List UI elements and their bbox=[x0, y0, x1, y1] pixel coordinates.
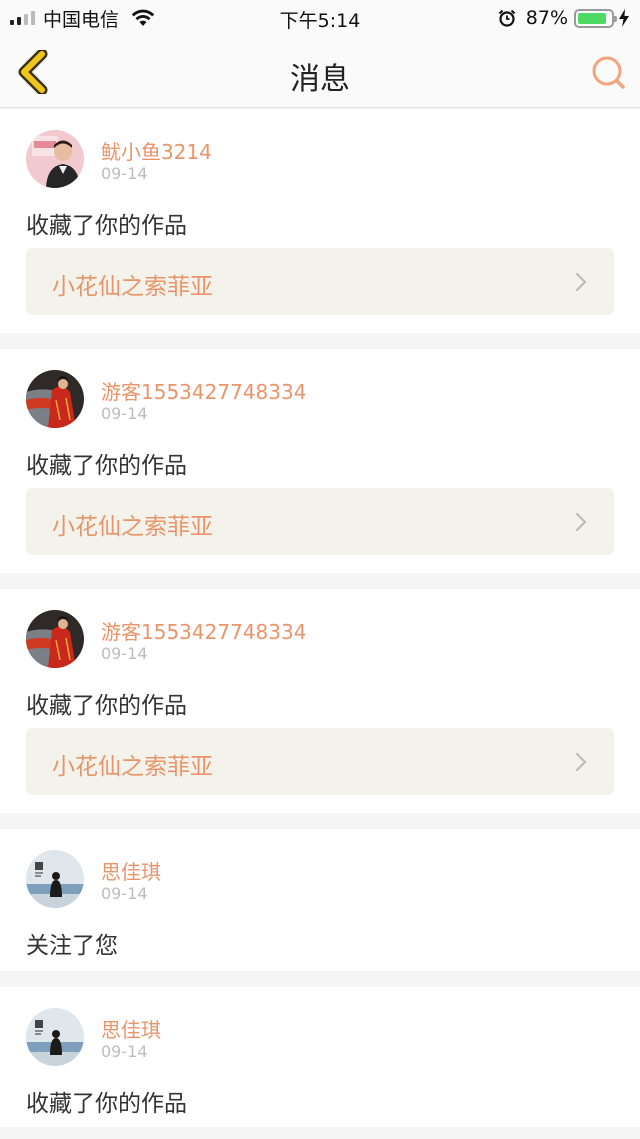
user-avatar[interactable] bbox=[26, 850, 84, 908]
chevron-right-icon bbox=[575, 272, 587, 292]
message-date: 09-14 bbox=[101, 404, 148, 423]
work-link[interactable]: 小花仙之索菲亚 bbox=[26, 488, 614, 555]
user-avatar[interactable] bbox=[26, 130, 84, 188]
message-text: 收藏了你的作品 bbox=[26, 693, 187, 719]
username[interactable]: 思佳琪 bbox=[101, 856, 161, 885]
chevron-right-icon bbox=[575, 512, 587, 532]
username[interactable]: 游客1553427748334 bbox=[101, 616, 306, 645]
message-card: 游客1553427748334 09-14 收藏了你的作品 小花仙之索菲亚 bbox=[0, 589, 640, 813]
chevron-right-icon bbox=[575, 752, 587, 772]
username[interactable]: 游客1553427748334 bbox=[101, 376, 306, 405]
avatar-photo-seaside-girl bbox=[26, 850, 84, 908]
message-date: 09-14 bbox=[101, 1042, 148, 1061]
message-list: 鱿小鱼3214 09-14 收藏了你的作品 小花仙之索菲亚 游客15534277… bbox=[0, 109, 640, 1127]
message-card: 思佳琪 09-14 收藏了你的作品 bbox=[0, 987, 640, 1127]
work-title: 小花仙之索菲亚 bbox=[52, 514, 213, 540]
username[interactable]: 鱿小鱼3214 bbox=[101, 136, 212, 165]
status-bar: 中国电信 下午5:14 87% bbox=[0, 0, 640, 36]
message-date: 09-14 bbox=[101, 644, 148, 663]
back-button[interactable] bbox=[14, 50, 50, 94]
message-text: 收藏了你的作品 bbox=[26, 453, 187, 479]
alarm-clock-icon bbox=[498, 9, 515, 27]
message-date: 09-14 bbox=[101, 884, 148, 903]
message-text: 关注了您 bbox=[26, 933, 118, 959]
user-avatar[interactable] bbox=[26, 370, 84, 428]
avatar-photo-red-costume bbox=[26, 610, 84, 668]
message-date: 09-14 bbox=[101, 164, 148, 183]
battery-icon bbox=[574, 8, 617, 28]
battery-level-fill bbox=[578, 12, 606, 24]
message-text: 收藏了你的作品 bbox=[26, 213, 187, 239]
username[interactable]: 思佳琪 bbox=[101, 1014, 161, 1043]
charging-bolt-icon bbox=[619, 9, 629, 27]
message-card: 游客1553427748334 09-14 收藏了你的作品 小花仙之索菲亚 bbox=[0, 349, 640, 573]
work-title: 小花仙之索菲亚 bbox=[52, 274, 213, 300]
battery-percentage: 87% bbox=[525, 7, 568, 29]
user-avatar[interactable] bbox=[26, 610, 84, 668]
work-link[interactable]: 小花仙之索菲亚 bbox=[26, 248, 614, 315]
message-text: 收藏了你的作品 bbox=[26, 1091, 187, 1117]
avatar-photo-man bbox=[26, 130, 84, 188]
message-card: 鱿小鱼3214 09-14 收藏了你的作品 小花仙之索菲亚 bbox=[0, 109, 640, 333]
nav-bar: 消息 bbox=[0, 36, 640, 108]
work-link[interactable]: 小花仙之索菲亚 bbox=[26, 728, 614, 795]
search-icon[interactable] bbox=[590, 54, 626, 90]
message-card: 思佳琪 09-14 关注了您 bbox=[0, 829, 640, 971]
avatar-photo-seaside-girl bbox=[26, 1008, 84, 1066]
avatar-photo-red-costume bbox=[26, 370, 84, 428]
page-title: 消息 bbox=[290, 62, 350, 97]
work-title: 小花仙之索菲亚 bbox=[52, 754, 213, 780]
user-avatar[interactable] bbox=[26, 1008, 84, 1066]
